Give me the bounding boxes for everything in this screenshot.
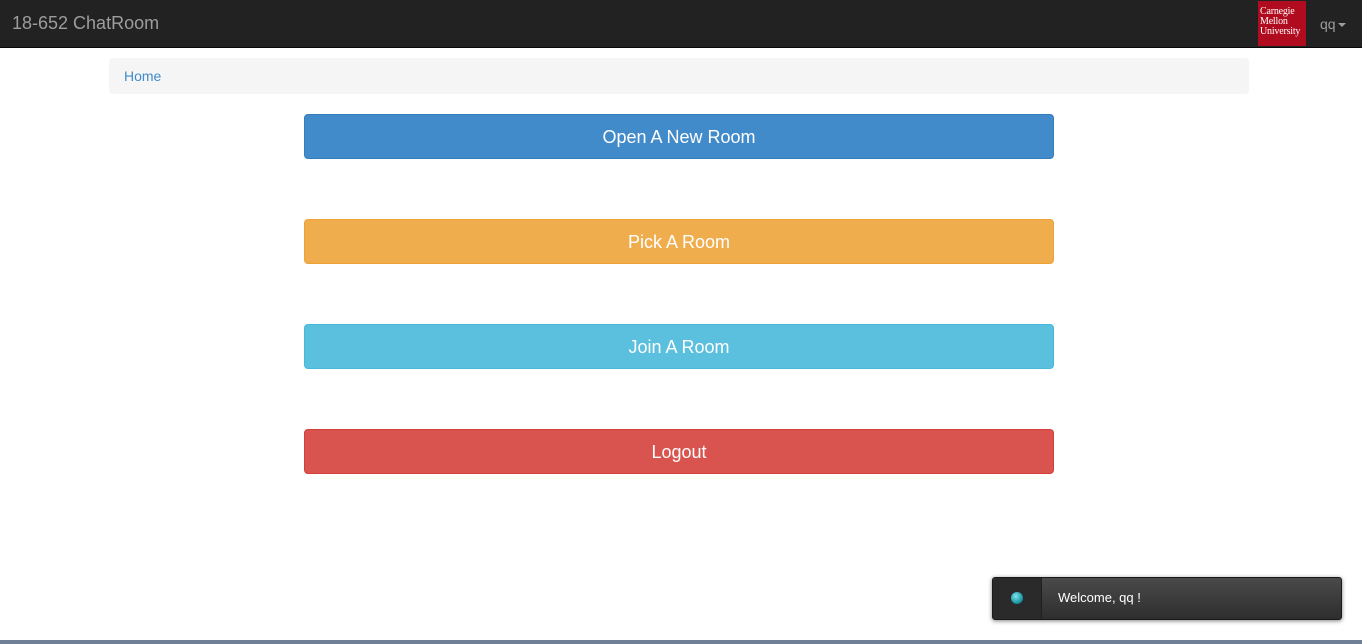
username-label: qq	[1320, 16, 1336, 32]
status-dot-icon	[1011, 592, 1023, 604]
open-new-room-button[interactable]: Open A New Room	[304, 114, 1054, 159]
taskbar-strip	[0, 640, 1362, 644]
join-room-button[interactable]: Join A Room	[304, 324, 1054, 369]
logout-button[interactable]: Logout	[304, 429, 1054, 474]
notification-message: Welcome, qq !	[1058, 590, 1141, 605]
breadcrumb-home-link[interactable]: Home	[124, 68, 161, 84]
caret-down-icon	[1337, 23, 1346, 28]
user-menu-dropdown[interactable]: qq	[1320, 15, 1346, 33]
logo-line-3: University	[1260, 26, 1301, 37]
notification-icon-cell	[993, 578, 1042, 619]
top-navbar: 18-652 ChatRoom Carnegie Mellon Universi…	[0, 0, 1362, 48]
cmu-logo: Carnegie Mellon University	[1258, 1, 1306, 46]
pick-room-button[interactable]: Pick A Room	[304, 219, 1054, 264]
breadcrumb: Home	[109, 58, 1249, 94]
welcome-notification[interactable]: Welcome, qq !	[992, 577, 1342, 620]
brand-link[interactable]: 18-652 ChatRoom	[12, 13, 159, 33]
